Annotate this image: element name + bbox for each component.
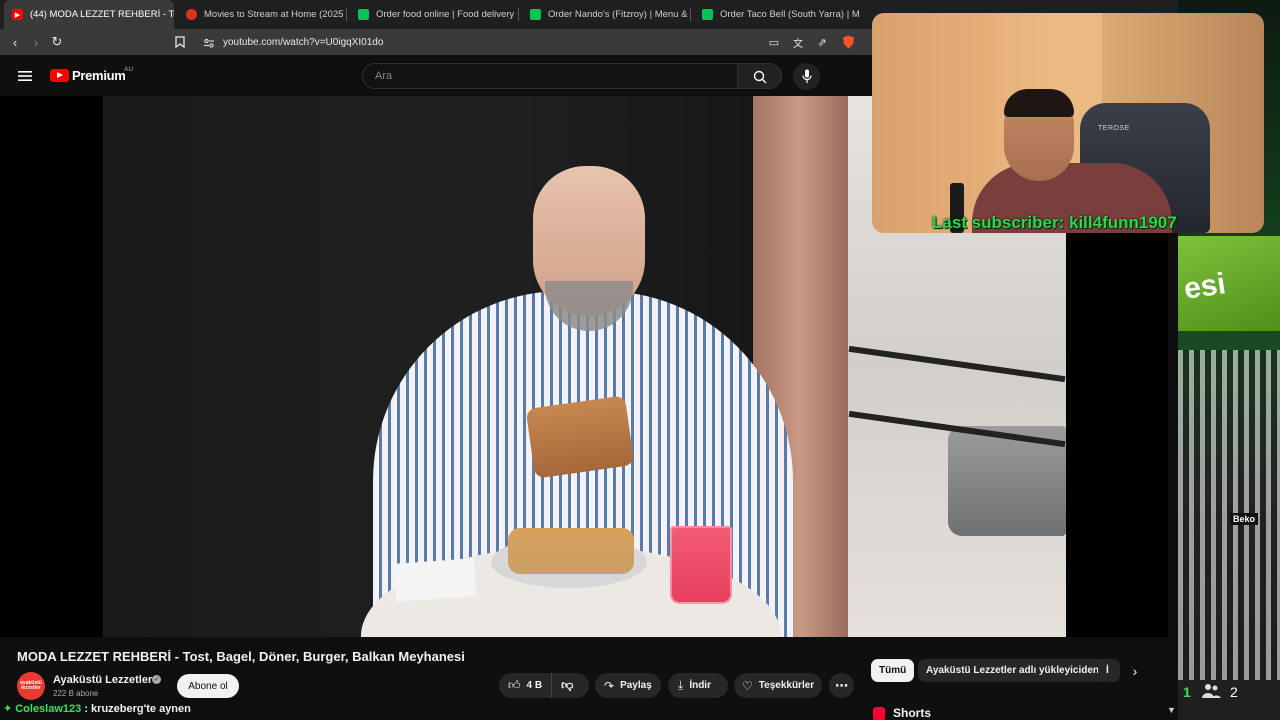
tab-nandos[interactable]: Order Nando's (Fitzroy) | Menu & Pri: [522, 0, 688, 29]
jersey-sponsor: Beko: [1230, 513, 1259, 525]
toast-on-plate: [508, 528, 634, 574]
voice-search-button[interactable]: [793, 63, 820, 90]
cast-icon[interactable]: ▭: [765, 33, 783, 51]
youtube-logo-icon[interactable]: [50, 69, 69, 82]
chair-brand: TEROSE: [1098, 125, 1130, 132]
tab-moda-lezzet[interactable]: ▶ (44) MODA LEZZET REHBERİ - Tc ×: [4, 0, 174, 29]
chat-separator: :: [81, 703, 92, 715]
search-placeholder: Ara: [375, 70, 393, 82]
ubereats-favicon-icon: [358, 9, 369, 20]
tab-title: Order Taco Bell (South Yarra) | Menu: [720, 9, 860, 20]
like-button[interactable]: 👍︎ 4 B: [499, 673, 553, 698]
youtube-favicon-icon: ▶: [12, 9, 23, 20]
subscriber-count: 222 B abone: [53, 689, 99, 698]
search-icon: [753, 70, 767, 84]
thanks-label: Teşekkürler: [758, 680, 815, 691]
super-thanks-icon: ♡: [742, 678, 753, 693]
streamer-webcam: TEROSE Last subscriber: kill4funn1907: [872, 13, 1264, 233]
more-actions-button[interactable]: ⋯: [829, 673, 854, 698]
game-stat-white: 2: [1230, 684, 1238, 700]
shorts-icon: [873, 707, 885, 720]
address-bar[interactable]: youtube.com/watch?v=U0igqXI01do: [196, 32, 856, 52]
chevron-right-icon[interactable]: ›: [1127, 662, 1143, 680]
ubereats-favicon-icon: [530, 9, 541, 20]
like-count: 4 B: [526, 680, 543, 691]
site-settings-icon[interactable]: [203, 36, 215, 54]
sandwich-in-hands: [525, 395, 635, 479]
pink-drink-glass: [670, 526, 732, 604]
ubereats-favicon-icon: [702, 9, 713, 20]
region-code: AU: [124, 66, 134, 73]
napkin: [393, 558, 477, 602]
stadium-crowd: [1178, 350, 1280, 680]
brave-shield-icon[interactable]: [839, 33, 857, 51]
scroll-down-icon[interactable]: ▼: [1167, 705, 1176, 715]
subscribe-button[interactable]: Abone ol: [177, 674, 239, 698]
chat-text: kruzeberg'te aynen: [91, 703, 191, 715]
menu-icon[interactable]: [18, 69, 32, 81]
search-input[interactable]: Ara: [362, 63, 738, 89]
channel-avatar[interactable]: ayaküstü lezzetler: [17, 672, 45, 700]
tab-separator: [690, 8, 691, 21]
chat-badge-icon: ✦: [3, 703, 13, 715]
tab-separator: [346, 8, 347, 21]
forward-icon[interactable]: ›: [27, 33, 45, 51]
thumbs-up-icon: 👍︎: [508, 678, 521, 692]
back-icon[interactable]: ‹: [6, 33, 24, 51]
tab-title: Order food online | Food delivery ap: [376, 9, 516, 20]
chip-all[interactable]: Tümü: [871, 659, 915, 682]
thumbs-down-icon: 👎︎: [561, 678, 574, 692]
share-button[interactable]: ↷ Paylaş: [595, 673, 661, 698]
game-stat-green: 1: [1183, 684, 1191, 700]
verified-check-icon: ✓: [152, 675, 161, 684]
share-label: Paylaş: [620, 680, 652, 691]
tab-order-food[interactable]: Order food online | Food delivery ap: [350, 0, 516, 29]
chat-username: Coleslaw123: [15, 703, 82, 715]
download-button[interactable]: ⤓ İndir: [668, 673, 728, 698]
tab-separator: [518, 8, 519, 21]
like-dislike-group: 👍︎ 4 B 👎︎: [499, 673, 589, 698]
chip-more[interactable]: İ: [1098, 659, 1120, 682]
share-page-icon[interactable]: ⇗: [813, 33, 831, 51]
screen: ▶ (44) MODA LEZZET REHBERİ - Tc × Movies…: [0, 0, 1280, 720]
players-icon: [1200, 683, 1222, 701]
tab-title: Movies to Stream at Home (2025) | R: [204, 9, 344, 20]
translate-icon[interactable]: 文: [789, 33, 807, 51]
search-button[interactable]: [737, 63, 782, 89]
bookmark-icon[interactable]: [171, 33, 189, 51]
download-label: İndir: [689, 680, 711, 691]
tab-title: Order Nando's (Fitzroy) | Menu & Pri: [548, 9, 688, 20]
download-icon: ⤓: [678, 678, 684, 692]
streamer-hair: [1004, 89, 1074, 117]
video-title: MODA LEZZET REHBERİ - Tost, Bagel, Döner…: [17, 649, 465, 664]
url-text: youtube.com/watch?v=U0igqXI01do: [223, 36, 384, 48]
tab-movies[interactable]: Movies to Stream at Home (2025) | R: [178, 0, 344, 29]
game-banner-text: esi: [1181, 267, 1228, 306]
microphone-icon: [802, 69, 812, 83]
more-icon: ⋯: [835, 677, 848, 693]
youtube-logo-text[interactable]: Premium: [72, 68, 126, 83]
channel-name[interactable]: Ayaküstü Lezzetler: [53, 674, 152, 686]
chip-from-uploader[interactable]: Ayaküstü Lezzetler adlı yükleyiciden: [918, 659, 1108, 682]
reload-icon[interactable]: ↻: [48, 33, 66, 51]
tab-title: (44) MODA LEZZET REHBERİ - Tc: [30, 9, 174, 20]
chat-message: ✦ Coleslaw123 : kruzeberg'te aynen: [3, 702, 191, 715]
tomato-favicon-icon: [186, 9, 197, 20]
shorts-heading: Shorts: [893, 706, 932, 720]
share-arrow-icon: ↷: [604, 678, 615, 693]
dislike-button[interactable]: 👎︎: [552, 673, 582, 698]
tab-taco-bell[interactable]: Order Taco Bell (South Yarra) | Menu: [694, 0, 860, 29]
last-subscriber-overlay: Last subscriber: kill4funn1907: [932, 213, 1177, 232]
thanks-button[interactable]: ♡ Teşekkürler: [734, 673, 822, 698]
